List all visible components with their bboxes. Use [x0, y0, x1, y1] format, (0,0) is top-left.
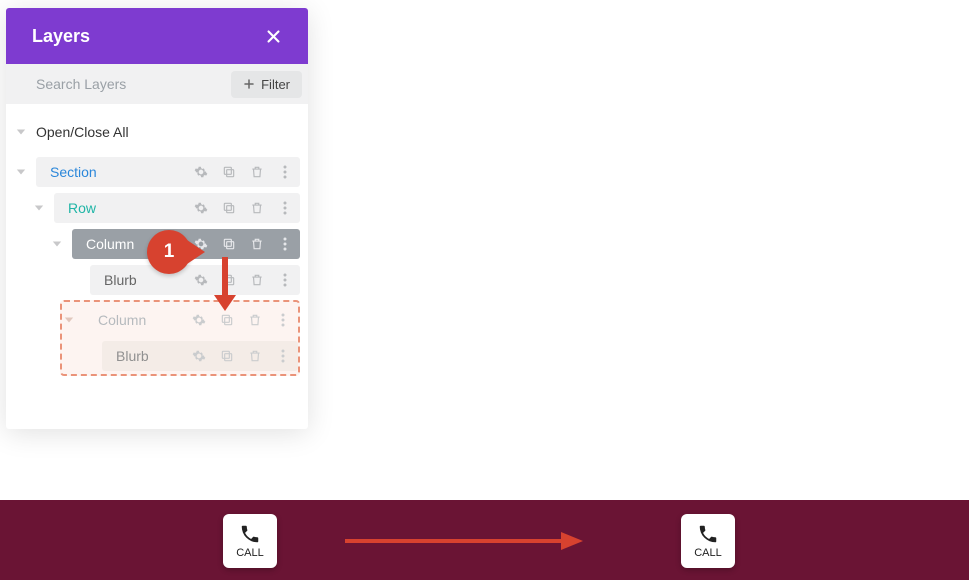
gear-icon[interactable]	[194, 201, 208, 215]
more-icon[interactable]	[278, 201, 292, 215]
row-actions	[194, 237, 300, 251]
search-row: Filter	[6, 64, 308, 104]
gear-icon[interactable]	[194, 273, 208, 287]
blurb-chip-2[interactable]: Blurb	[102, 341, 298, 371]
caret-icon[interactable]	[14, 165, 28, 179]
phone-icon	[239, 523, 261, 545]
more-icon[interactable]	[278, 237, 292, 251]
section-chip[interactable]: Section	[36, 157, 300, 187]
row-actions	[192, 313, 298, 327]
close-icon	[265, 28, 282, 45]
filter-button[interactable]: Filter	[231, 71, 302, 98]
call-card-before[interactable]: CALL	[223, 514, 277, 568]
trash-icon[interactable]	[250, 273, 264, 287]
column-row-2[interactable]: Column	[62, 302, 298, 338]
phone-icon	[697, 523, 719, 545]
caret-icon[interactable]	[32, 201, 46, 215]
call-card-after[interactable]: CALL	[681, 514, 735, 568]
layers-panel: Layers Filter Open/Close All Section	[6, 8, 308, 429]
close-button[interactable]	[265, 28, 282, 45]
down-arrow-icon	[210, 257, 240, 312]
gear-icon[interactable]	[192, 349, 206, 363]
right-arrow-icon	[345, 530, 583, 552]
footer-band: CALL CALL	[0, 500, 969, 580]
more-icon[interactable]	[276, 313, 290, 327]
open-close-row[interactable]: Open/Close All	[14, 114, 300, 150]
caret-icon[interactable]	[50, 237, 64, 251]
duplicate-icon[interactable]	[220, 313, 234, 327]
duplicate-icon[interactable]	[220, 349, 234, 363]
more-icon[interactable]	[278, 273, 292, 287]
more-icon[interactable]	[276, 349, 290, 363]
gear-icon[interactable]	[192, 313, 206, 327]
duplicate-icon[interactable]	[222, 237, 236, 251]
badge-number: 1	[164, 241, 175, 263]
open-close-label: Open/Close All	[36, 124, 300, 140]
duplicate-icon[interactable]	[222, 165, 236, 179]
row-actions	[192, 349, 298, 363]
blurb-label-2: Blurb	[116, 348, 192, 364]
call-label-1: CALL	[236, 547, 264, 559]
blurb-row-2[interactable]: Blurb	[80, 338, 298, 374]
duplicate-icon[interactable]	[222, 201, 236, 215]
drop-target-ghost: Column Blurb	[60, 300, 300, 376]
search-input[interactable]	[6, 76, 231, 92]
column-chip-2[interactable]: Column	[84, 305, 298, 335]
row-label: Row	[68, 200, 194, 216]
blurb-label-1: Blurb	[104, 272, 194, 288]
row-chip[interactable]: Row	[54, 193, 300, 223]
panel-header: Layers	[6, 8, 308, 64]
blurb-chip-1[interactable]: Blurb	[90, 265, 300, 295]
row-actions	[194, 165, 300, 179]
more-icon[interactable]	[278, 165, 292, 179]
trash-icon[interactable]	[248, 313, 262, 327]
call-label-2: CALL	[694, 547, 722, 559]
row-actions	[194, 201, 300, 215]
panel-title: Layers	[32, 26, 90, 47]
trash-icon[interactable]	[248, 349, 262, 363]
trash-icon[interactable]	[250, 237, 264, 251]
trash-icon[interactable]	[250, 201, 264, 215]
step-badge-1: 1	[147, 230, 191, 274]
plus-icon	[243, 78, 255, 90]
caret-icon[interactable]	[14, 125, 28, 139]
filter-label: Filter	[261, 77, 290, 92]
trash-icon[interactable]	[250, 165, 264, 179]
row-row[interactable]: Row	[32, 190, 300, 226]
column-label-2: Column	[98, 312, 192, 328]
caret-icon[interactable]	[62, 313, 76, 327]
section-label: Section	[50, 164, 194, 180]
section-row[interactable]: Section	[14, 154, 300, 190]
gear-icon[interactable]	[194, 165, 208, 179]
